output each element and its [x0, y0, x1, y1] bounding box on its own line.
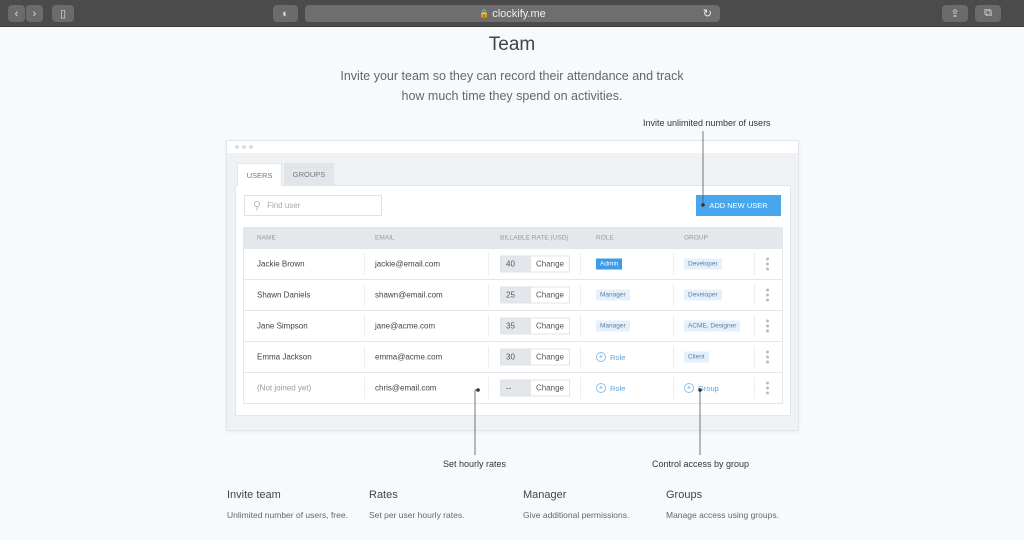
user-name: Jackie Brown	[257, 259, 305, 269]
address-bar[interactable]: 🔒 clockify.me ↻	[305, 5, 720, 22]
add-role-button[interactable]: + Role	[596, 352, 625, 362]
table-row: Emma Jackson emma@acme.com 30 Change + Rol…	[244, 341, 782, 372]
rate-value[interactable]: 25	[501, 287, 531, 303]
user-email: shawn@email.com	[375, 290, 443, 300]
role-badge[interactable]: Admin	[596, 258, 623, 270]
col-name: NAME	[257, 234, 276, 242]
app-mockup-window: USERS GROUPS ⚲ Find user ADD NEW USER NA…	[226, 140, 799, 431]
change-rate-button[interactable]: Change	[531, 256, 569, 272]
table-row: Jackie Brown jackie@email.com 40 Change A…	[244, 248, 782, 279]
url-text: clockify.me	[492, 7, 546, 20]
table-header: NAME EMAIL BILLABLE RATE (USD) ROLE GROU…	[244, 228, 782, 248]
group-badge[interactable]: ACME, Designer	[684, 320, 741, 332]
table-row: Jane Simpson jane@acme.com 35 Change Mana…	[244, 310, 782, 341]
page-title: Team	[488, 34, 536, 55]
rate-field: -- Change	[500, 379, 570, 397]
more-options-icon[interactable]	[766, 257, 770, 271]
change-rate-button[interactable]: Change	[531, 349, 569, 365]
tabs-icon[interactable]: ⧉	[975, 5, 1001, 22]
group-badge[interactable]: Client	[684, 351, 709, 363]
user-email: jackie@email.com	[375, 259, 441, 269]
lock-icon: 🔒	[479, 9, 490, 18]
feature-desc-invite: Unlimited number of users, free.	[227, 510, 348, 520]
rate-field: 30 Change	[500, 348, 570, 366]
rate-value[interactable]: 35	[501, 318, 531, 334]
search-icon: ⚲	[253, 200, 262, 212]
users-table: NAME EMAIL BILLABLE RATE (USD) ROLE GROU…	[243, 227, 783, 404]
add-new-user-button[interactable]: ADD NEW USER	[696, 195, 781, 216]
search-input[interactable]: ⚲ Find user	[244, 195, 382, 216]
back-button[interactable]: ‹	[8, 5, 25, 22]
search-placeholder: Find user	[267, 201, 301, 210]
tab-users[interactable]: USERS	[237, 163, 282, 186]
rate-field: 25 Change	[500, 286, 570, 304]
group-badge[interactable]: Developer	[684, 289, 722, 301]
role-badge[interactable]: Manager	[596, 320, 630, 332]
col-email: EMAIL	[375, 234, 395, 242]
plus-icon: +	[596, 383, 606, 393]
tab-groups[interactable]: GROUPS	[284, 163, 334, 186]
user-email: emma@acme.com	[375, 352, 443, 362]
reload-icon[interactable]: ↻	[703, 7, 712, 20]
plus-icon: +	[684, 383, 694, 393]
page-subtitle: Invite your team so they can record thei…	[340, 69, 684, 83]
add-role-button[interactable]: + Role	[596, 383, 625, 393]
window-titlebar	[227, 141, 798, 153]
more-options-icon[interactable]	[766, 350, 770, 364]
share-icon[interactable]: ⇪	[942, 5, 968, 22]
group-badge[interactable]: Developer	[684, 258, 722, 270]
add-group-button[interactable]: + Group	[684, 383, 719, 393]
feature-desc-manager: Give additional permissions.	[523, 510, 630, 520]
change-rate-button[interactable]: Change	[531, 380, 569, 396]
annotation-invite: Invite unlimited number of users	[643, 118, 771, 128]
more-options-icon[interactable]	[766, 319, 770, 333]
feature-title-groups: Groups	[666, 489, 703, 501]
page-subtitle-2: how much time they spend on activities.	[401, 89, 623, 103]
table-row: Shawn Daniels shawn@email.com 25 Change M…	[244, 279, 782, 310]
role-badge[interactable]: Manager	[596, 289, 630, 301]
col-group: GROUP	[684, 234, 708, 242]
feature-desc-rates: Set per user hourly rates.	[369, 510, 465, 520]
sidebar-toggle-icon[interactable]: ▯	[52, 5, 74, 22]
col-role: ROLE	[596, 234, 614, 242]
rate-value[interactable]: --	[501, 380, 531, 396]
rate-field: 35 Change	[500, 317, 570, 335]
col-rate: BILLABLE RATE (USD)	[500, 234, 569, 242]
user-name: Shawn Daniels	[257, 290, 311, 300]
more-options-icon[interactable]	[766, 381, 770, 395]
feature-title-rates: Rates	[369, 489, 398, 501]
forward-button[interactable]: ›	[26, 5, 43, 22]
user-email: chris@email.com	[375, 383, 437, 393]
change-rate-button[interactable]: Change	[531, 287, 569, 303]
change-rate-button[interactable]: Change	[531, 318, 569, 334]
annotation-rates: Set hourly rates	[443, 459, 507, 469]
user-name: Jane Simpson	[257, 321, 308, 331]
annotation-group: Control access by group	[652, 459, 750, 469]
plus-icon: +	[596, 352, 606, 362]
rate-field: 40 Change	[500, 255, 570, 273]
user-name: Emma Jackson	[257, 352, 312, 362]
feature-desc-groups: Manage access using groups.	[666, 510, 779, 520]
rate-value[interactable]: 40	[501, 256, 531, 272]
browser-toolbar: ‹ › ▯ ◐ 🔒 clockify.me ↻ ⇪ ⧉	[0, 0, 1024, 27]
rate-value[interactable]: 30	[501, 349, 531, 365]
user-email: jane@acme.com	[375, 321, 436, 331]
feature-title-manager: Manager	[523, 489, 567, 501]
more-options-icon[interactable]	[766, 288, 770, 302]
users-panel: ⚲ Find user ADD NEW USER NAME EMAIL BILL…	[235, 185, 791, 416]
user-name: (Not joined yet)	[257, 383, 312, 393]
table-row: (Not joined yet) chris@email.com -- Chang…	[244, 372, 782, 403]
shield-icon[interactable]: ◐	[273, 5, 298, 22]
feature-title-invite: Invite team	[227, 489, 281, 501]
